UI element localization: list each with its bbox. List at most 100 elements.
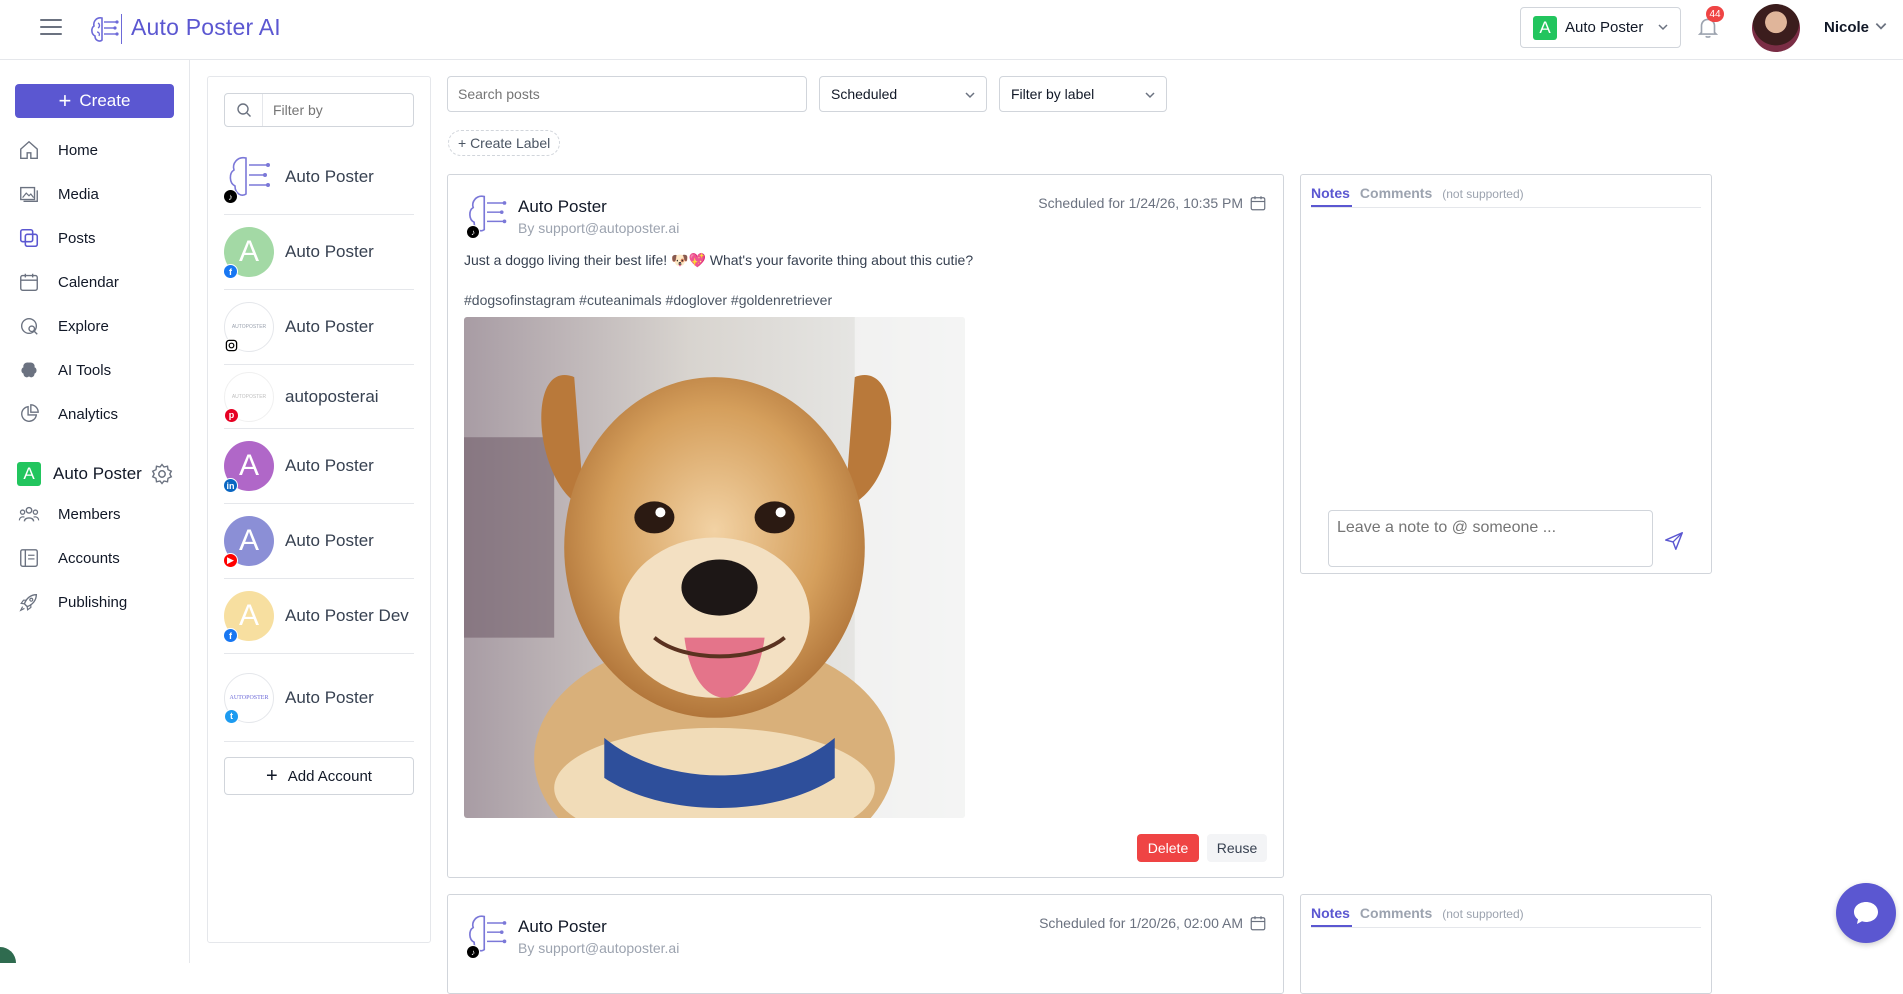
nav-label: Members xyxy=(58,505,121,523)
account-avatar: AUTOPOSTER p xyxy=(224,371,274,423)
search-input[interactable] xyxy=(447,76,807,112)
workspace-badge: A xyxy=(17,462,41,486)
status-select[interactable]: Scheduled xyxy=(819,76,987,112)
account-name: autoposterai xyxy=(285,386,379,406)
nav-label: Explore xyxy=(58,317,109,335)
account-item[interactable]: AUTOPOSTER Auto Poster xyxy=(224,290,414,365)
workspace-selector-label: Auto Poster xyxy=(1565,19,1644,36)
accounts-icon xyxy=(20,549,38,567)
account-item[interactable]: A f Auto Poster xyxy=(223,215,414,290)
workspace-badge: A xyxy=(1533,15,1557,40)
plus-icon: + xyxy=(58,88,72,113)
tiktok-icon: ♪ xyxy=(466,945,480,959)
tiktok-icon: ♪ xyxy=(466,225,480,239)
note-input[interactable] xyxy=(1328,510,1653,567)
status-select-value: Scheduled xyxy=(831,86,898,102)
notes-panel: Notes Comments (not supported) xyxy=(1300,174,1712,574)
user-avatar[interactable] xyxy=(1752,4,1800,52)
tab-comments[interactable]: Comments xyxy=(1360,905,1432,921)
account-item[interactable]: A f Auto Poster Dev xyxy=(223,579,414,654)
account-item[interactable]: A in Auto Poster xyxy=(223,429,414,504)
nav-item-publishing[interactable]: Publishing xyxy=(18,587,127,617)
calendar-icon[interactable] xyxy=(1249,194,1267,212)
account-avatar: A f xyxy=(223,591,274,643)
nav-item-accounts[interactable]: Accounts xyxy=(18,543,120,573)
create-label-button[interactable]: + Create Label xyxy=(448,130,561,156)
facebook-icon: f xyxy=(223,628,238,643)
post-hashtags: #dogsofinstagram #cuteanimals #doglover … xyxy=(464,292,833,308)
members-icon xyxy=(18,506,40,522)
account-item[interactable]: ♪ Auto Poster xyxy=(223,140,414,215)
send-icon[interactable] xyxy=(1663,530,1685,552)
post-scheduled-time: Scheduled for 1/20/26, 02:00 AM xyxy=(1039,915,1243,931)
avatar-initial: A xyxy=(238,449,259,482)
chat-icon xyxy=(1854,902,1878,924)
tab-comments[interactable]: Comments xyxy=(1360,185,1432,201)
reuse-button[interactable]: Reuse xyxy=(1207,834,1267,862)
twitter-icon: t xyxy=(224,708,239,724)
gear-icon[interactable] xyxy=(150,462,174,486)
instagram-icon xyxy=(224,338,239,353)
label-filter-value: Filter by label xyxy=(1011,86,1095,102)
calendar-icon[interactable] xyxy=(1249,914,1267,932)
nav-item-home[interactable]: Home xyxy=(18,135,98,165)
workspace-row[interactable]: A Auto Poster xyxy=(17,462,142,486)
user-name[interactable]: Nicole xyxy=(1824,19,1869,36)
nav-item-calendar[interactable]: Calendar xyxy=(18,267,119,297)
comments-not-supported-note: (not supported) xyxy=(1442,907,1524,921)
post-caption: Just a doggo living their best life! 🐶💖 … xyxy=(464,252,974,268)
workspace-selector[interactable]: A Auto Poster xyxy=(1520,7,1681,48)
posts-icon xyxy=(19,228,39,248)
account-item[interactable]: A ▶ Auto Poster xyxy=(223,504,414,579)
account-name: Auto Poster xyxy=(285,317,374,336)
app-title[interactable]: Auto Poster AI xyxy=(131,14,281,41)
nav-item-ai-tools[interactable]: AI Tools xyxy=(18,355,111,385)
account-item[interactable]: AUTOPOSTER p autoposterai xyxy=(224,365,414,429)
nav-item-explore[interactable]: Explore xyxy=(18,311,109,341)
tab-notes[interactable]: Notes xyxy=(1311,905,1352,927)
search-icon xyxy=(225,94,263,126)
chevron-down-icon xyxy=(1145,92,1155,99)
create-button[interactable]: + Create xyxy=(15,84,174,118)
account-filter[interactable] xyxy=(224,93,414,127)
chevron-down-icon xyxy=(965,92,975,99)
rocket-icon xyxy=(19,593,38,612)
chat-button[interactable] xyxy=(1836,883,1896,943)
notes-panel: Notes Comments (not supported) xyxy=(1300,894,1712,994)
nav-item-analytics[interactable]: Analytics xyxy=(18,399,118,429)
nav-label: Publishing xyxy=(58,593,128,611)
nav-item-media[interactable]: Media xyxy=(18,179,99,209)
brain-icon xyxy=(21,362,37,378)
create-button-label: Create xyxy=(79,91,131,110)
home-icon xyxy=(20,140,38,159)
youtube-icon: ▶ xyxy=(223,553,238,568)
post-card: ♪ Auto Poster By support@autoposter.ai S… xyxy=(447,894,1284,994)
nav-label: Calendar xyxy=(58,273,119,291)
post-author: Auto Poster xyxy=(518,917,607,936)
pinterest-icon: p xyxy=(224,407,239,423)
calendar-icon xyxy=(20,273,38,291)
post-by: By support@autoposter.ai xyxy=(518,940,680,956)
account-avatar: AUTOPOSTER t xyxy=(224,672,274,724)
account-name: Auto Poster Dev xyxy=(285,606,409,625)
tiktok-icon: ♪ xyxy=(223,189,238,204)
post-scheduled-time: Scheduled for 1/24/26, 10:35 PM xyxy=(1038,195,1243,211)
add-account-button[interactable]: + Add Account xyxy=(224,757,414,795)
label-filter-select[interactable]: Filter by label xyxy=(999,76,1167,112)
delete-button[interactable]: Delete xyxy=(1137,834,1199,862)
post-image[interactable] xyxy=(464,317,965,818)
account-name: Auto Poster xyxy=(285,456,374,475)
nav-item-members[interactable]: Members xyxy=(18,499,121,529)
left-sidebar: + Create Home Media Posts Calendar Explo… xyxy=(0,60,190,963)
menu-icon[interactable] xyxy=(40,19,62,37)
account-item[interactable]: AUTOPOSTER t Auto Poster xyxy=(224,654,414,742)
pie-chart-icon xyxy=(21,404,39,422)
chevron-down-icon[interactable] xyxy=(1874,19,1888,33)
explore-icon xyxy=(20,317,38,335)
account-name: Auto Poster xyxy=(285,167,374,186)
top-bar: Auto Poster AI A Auto Poster 44 Nicole xyxy=(0,0,1903,60)
tab-notes[interactable]: Notes xyxy=(1311,185,1352,207)
account-filter-input[interactable] xyxy=(263,102,403,118)
account-avatar: ♪ xyxy=(223,152,274,204)
nav-item-posts[interactable]: Posts xyxy=(18,223,96,253)
